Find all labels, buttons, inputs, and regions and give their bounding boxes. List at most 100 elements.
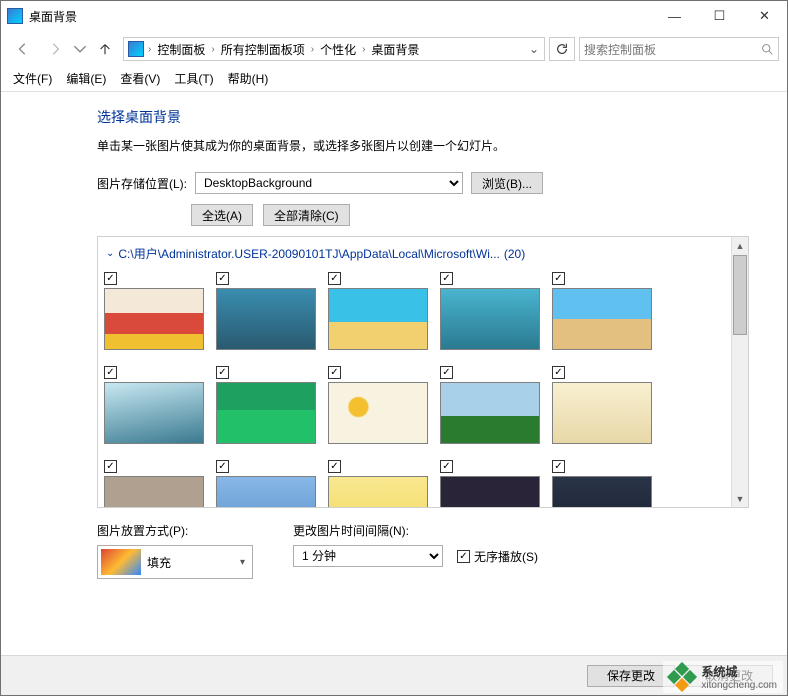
breadcrumb-icon xyxy=(128,41,144,57)
wallpaper-thumb[interactable]: ✓ xyxy=(328,456,428,507)
thumb-image[interactable] xyxy=(328,382,428,444)
recent-dropdown[interactable] xyxy=(73,35,87,63)
thumb-checkbox[interactable]: ✓ xyxy=(552,366,565,379)
breadcrumb-item[interactable]: 控制面板 xyxy=(153,39,209,60)
breadcrumb[interactable]: › 控制面板 › 所有控制面板项 › 个性化 › 桌面背景 ⌄ xyxy=(123,37,545,61)
scroll-down-button[interactable]: ▼ xyxy=(732,490,748,507)
thumb-image[interactable] xyxy=(552,288,652,350)
wallpaper-thumb[interactable]: ✓ xyxy=(104,456,204,507)
chevron-right-icon: › xyxy=(148,44,151,55)
fit-select[interactable]: 填充 ▾ xyxy=(97,545,253,579)
thumb-image[interactable] xyxy=(216,382,316,444)
location-select[interactable]: DesktopBackground xyxy=(195,172,463,194)
breadcrumb-item[interactable]: 所有控制面板项 xyxy=(217,39,309,60)
checkbox-icon: ✓ xyxy=(457,550,470,563)
up-button[interactable] xyxy=(91,35,119,63)
menu-file[interactable]: 文件(F) xyxy=(7,68,58,89)
thumb-checkbox[interactable]: ✓ xyxy=(216,366,229,379)
menu-view[interactable]: 查看(V) xyxy=(114,68,166,89)
wallpaper-thumb[interactable]: ✓ xyxy=(552,268,652,350)
interval-label: 更改图片时间间隔(N): xyxy=(293,522,538,539)
maximize-button[interactable]: ☐ xyxy=(697,2,742,30)
thumb-checkbox[interactable]: ✓ xyxy=(104,460,117,473)
thumb-image[interactable] xyxy=(440,288,540,350)
thumb-checkbox[interactable]: ✓ xyxy=(328,272,341,285)
gallery: ⌄ C:\用户\Administrator.USER-20090101TJ\Ap… xyxy=(97,236,749,508)
wallpaper-thumb[interactable]: ✓ xyxy=(328,362,428,444)
select-all-button[interactable]: 全选(A) xyxy=(191,204,253,226)
scroll-track[interactable] xyxy=(732,336,748,490)
chevron-right-icon: › xyxy=(311,44,314,55)
thumb-checkbox[interactable]: ✓ xyxy=(328,366,341,379)
divider xyxy=(1,91,787,92)
thumb-image[interactable] xyxy=(328,288,428,350)
wallpaper-thumb[interactable]: ✓ xyxy=(552,456,652,507)
search-input[interactable]: 搜索控制面板 xyxy=(579,37,779,61)
minimize-button[interactable]: — xyxy=(652,2,697,30)
wallpaper-thumb[interactable]: ✓ xyxy=(552,362,652,444)
browse-button[interactable]: 浏览(B)... xyxy=(471,172,543,194)
thumb-image[interactable] xyxy=(104,476,204,507)
thumb-image[interactable] xyxy=(328,476,428,507)
wallpaper-thumb[interactable]: ✓ xyxy=(104,362,204,444)
titlebar: 桌面背景 — ☐ ✕ xyxy=(1,1,787,31)
chevron-down-icon: ⌄ xyxy=(106,248,114,259)
thumb-image[interactable] xyxy=(440,382,540,444)
clear-all-button[interactable]: 全部清除(C) xyxy=(263,204,350,226)
window-title: 桌面背景 xyxy=(29,8,77,25)
thumb-image[interactable] xyxy=(104,382,204,444)
thumb-image[interactable] xyxy=(552,382,652,444)
menu-help[interactable]: 帮助(H) xyxy=(222,68,275,89)
back-button[interactable] xyxy=(9,35,37,63)
content-area: 选择桌面背景 单击某一张图片使其成为你的桌面背景，或选择多张图片以创建一个幻灯片… xyxy=(1,93,787,655)
watermark-logo-icon xyxy=(669,664,695,690)
wallpaper-thumb[interactable]: ✓ xyxy=(216,268,316,350)
close-button[interactable]: ✕ xyxy=(742,2,787,30)
breadcrumb-dropdown[interactable]: ⌄ xyxy=(526,42,542,56)
wallpaper-thumb[interactable]: ✓ xyxy=(440,456,540,507)
wallpaper-thumb[interactable]: ✓ xyxy=(328,268,428,350)
thumb-image[interactable] xyxy=(440,476,540,507)
location-label: 图片存储位置(L): xyxy=(97,175,187,192)
thumb-checkbox[interactable]: ✓ xyxy=(328,460,341,473)
thumb-image[interactable] xyxy=(216,476,316,507)
watermark-brand: 系统城 xyxy=(701,663,777,680)
refresh-button[interactable] xyxy=(549,37,575,61)
breadcrumb-item[interactable]: 桌面背景 xyxy=(367,39,423,60)
thumb-checkbox[interactable]: ✓ xyxy=(216,272,229,285)
thumb-checkbox[interactable]: ✓ xyxy=(104,366,117,379)
interval-select[interactable]: 1 分钟 xyxy=(293,545,443,567)
wallpaper-thumb[interactable]: ✓ xyxy=(104,268,204,350)
wallpaper-thumb[interactable]: ✓ xyxy=(216,456,316,507)
thumb-image[interactable] xyxy=(104,288,204,350)
menu-tools[interactable]: 工具(T) xyxy=(168,68,219,89)
thumb-image[interactable] xyxy=(216,288,316,350)
wallpaper-thumb[interactable]: ✓ xyxy=(440,268,540,350)
nav-bar: › 控制面板 › 所有控制面板项 › 个性化 › 桌面背景 ⌄ 搜索控制面板 xyxy=(1,31,787,67)
thumb-checkbox[interactable]: ✓ xyxy=(104,272,117,285)
thumb-checkbox[interactable]: ✓ xyxy=(216,460,229,473)
scroll-up-button[interactable]: ▲ xyxy=(732,237,748,254)
group-header[interactable]: ⌄ C:\用户\Administrator.USER-20090101TJ\Ap… xyxy=(104,243,725,268)
save-button[interactable]: 保存更改 xyxy=(587,665,675,687)
group-path: C:\用户\Administrator.USER-20090101TJ\AppD… xyxy=(118,245,499,262)
watermark: 系统城 xitongcheng.com xyxy=(663,661,783,693)
thumb-checkbox[interactable]: ✓ xyxy=(552,460,565,473)
page-title: 选择桌面背景 xyxy=(97,107,749,127)
forward-button[interactable] xyxy=(41,35,69,63)
group-count: (20) xyxy=(504,247,525,261)
breadcrumb-item[interactable]: 个性化 xyxy=(316,39,360,60)
window-controls: — ☐ ✕ xyxy=(652,2,787,30)
wallpaper-thumb[interactable]: ✓ xyxy=(216,362,316,444)
thumb-image[interactable] xyxy=(552,476,652,507)
thumb-checkbox[interactable]: ✓ xyxy=(440,366,453,379)
scrollbar[interactable]: ▲ ▼ xyxy=(731,237,748,507)
scroll-thumb[interactable] xyxy=(733,255,747,335)
wallpaper-thumb[interactable]: ✓ xyxy=(440,362,540,444)
thumb-checkbox[interactable]: ✓ xyxy=(552,272,565,285)
shuffle-checkbox[interactable]: ✓ 无序播放(S) xyxy=(457,548,538,565)
thumb-checkbox[interactable]: ✓ xyxy=(440,272,453,285)
menu-edit[interactable]: 编辑(E) xyxy=(60,68,112,89)
thumb-checkbox[interactable]: ✓ xyxy=(440,460,453,473)
search-icon xyxy=(761,43,774,56)
